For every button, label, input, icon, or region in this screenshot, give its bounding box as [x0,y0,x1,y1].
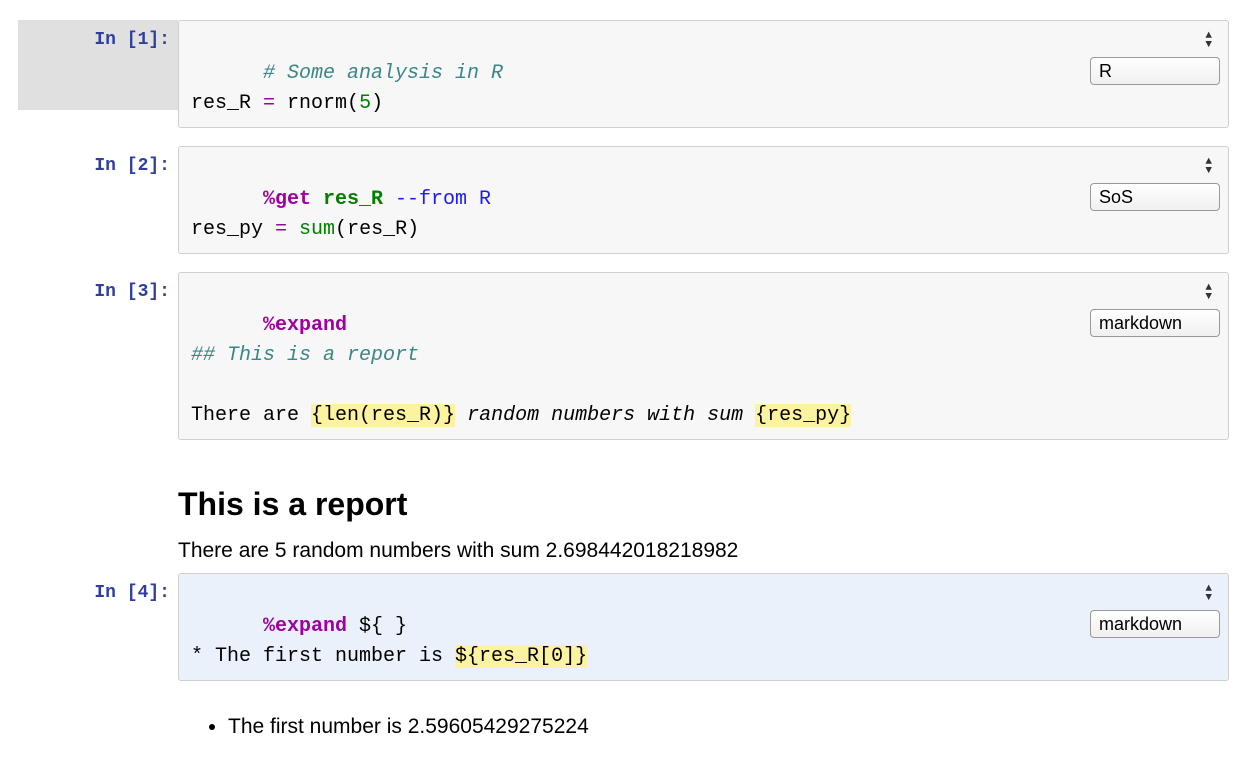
code-cell-3[interactable]: In [3]: markdown ▲▼ %expand ## This is a… [18,272,1229,440]
output-list: The first number is 2.59605429275224 [178,715,589,739]
code-magic: %expand [263,314,347,337]
output-list-item: The first number is 2.59605429275224 [228,715,589,739]
kernel-select[interactable]: markdown [1090,610,1220,638]
code-token: ( [347,92,359,115]
code-input[interactable]: markdown ▲▼ %expand ${ } * The first num… [178,573,1229,681]
code-placeholder: ${res_R[0]} [455,645,587,668]
code-magic: %get [263,188,311,211]
code-token: ) [371,92,383,115]
code-token: res_R [191,92,251,115]
code-token: rnorm [287,92,347,115]
code-token: = [251,92,287,115]
code-cell-2[interactable]: In [2]: SoS ▲▼ %get res_R --from R res_p… [18,146,1229,254]
code-token: res_R [311,188,395,211]
code-token: ## This is a report [191,344,419,367]
kernel-select[interactable]: markdown [1090,309,1220,337]
kernel-selector[interactable]: R ▲▼ [994,27,1220,148]
kernel-selector[interactable]: markdown ▲▼ [994,279,1220,400]
output-row-4: The first number is 2.59605429275224 [18,699,1229,745]
code-magic: %expand [263,615,347,638]
code-token: sum [299,218,335,241]
code-token: ( [335,218,347,241]
code-placeholder: {res_py} [755,404,851,427]
code-token: --from R [395,188,491,211]
code-cell-4[interactable]: In [4]: markdown ▲▼ %expand ${ } * The f… [18,573,1229,681]
code-token: random numbers with sum [455,404,755,427]
code-input[interactable]: SoS ▲▼ %get res_R --from R res_py = sum(… [178,146,1229,254]
code-token: res_py [191,218,263,241]
prompt-label: In [1]: [18,20,178,110]
code-token: There are [191,404,311,427]
kernel-selector[interactable]: markdown ▲▼ [994,580,1220,701]
code-token: 5 [359,92,371,115]
code-token: ) [407,218,419,241]
chevron-updown-icon: ▲▼ [1205,284,1212,302]
kernel-select[interactable]: R [1090,57,1220,85]
kernel-select[interactable]: SoS [1090,183,1220,211]
rendered-markdown-output: The first number is 2.59605429275224 [178,699,589,745]
chevron-updown-icon: ▲▼ [1205,585,1212,603]
code-cell-1[interactable]: In [1]: R ▲▼ # Some analysis in R res_R … [18,20,1229,128]
output-paragraph: There are 5 random numbers with sum 2.69… [178,539,738,563]
output-heading: This is a report [178,486,738,523]
kernel-selector[interactable]: SoS ▲▼ [994,153,1220,274]
prompt-label: In [3]: [18,272,178,302]
code-token: = [263,218,299,241]
output-row-3: This is a report There are 5 random numb… [18,458,1229,573]
code-input[interactable]: R ▲▼ # Some analysis in R res_R = rnorm(… [178,20,1229,128]
chevron-updown-icon: ▲▼ [1205,158,1212,176]
code-placeholder: {len(res_R)} [311,404,455,427]
code-input[interactable]: markdown ▲▼ %expand ## This is a report … [178,272,1229,440]
code-token: ${ } [347,615,407,638]
chevron-updown-icon: ▲▼ [1205,32,1212,50]
rendered-markdown-output: This is a report There are 5 random numb… [178,458,738,573]
code-comment: # Some analysis in R [263,62,503,85]
prompt-label: In [2]: [18,146,178,176]
code-token: res_R [347,218,407,241]
prompt-label: In [4]: [18,573,178,603]
code-token: * The first number is [191,645,455,668]
